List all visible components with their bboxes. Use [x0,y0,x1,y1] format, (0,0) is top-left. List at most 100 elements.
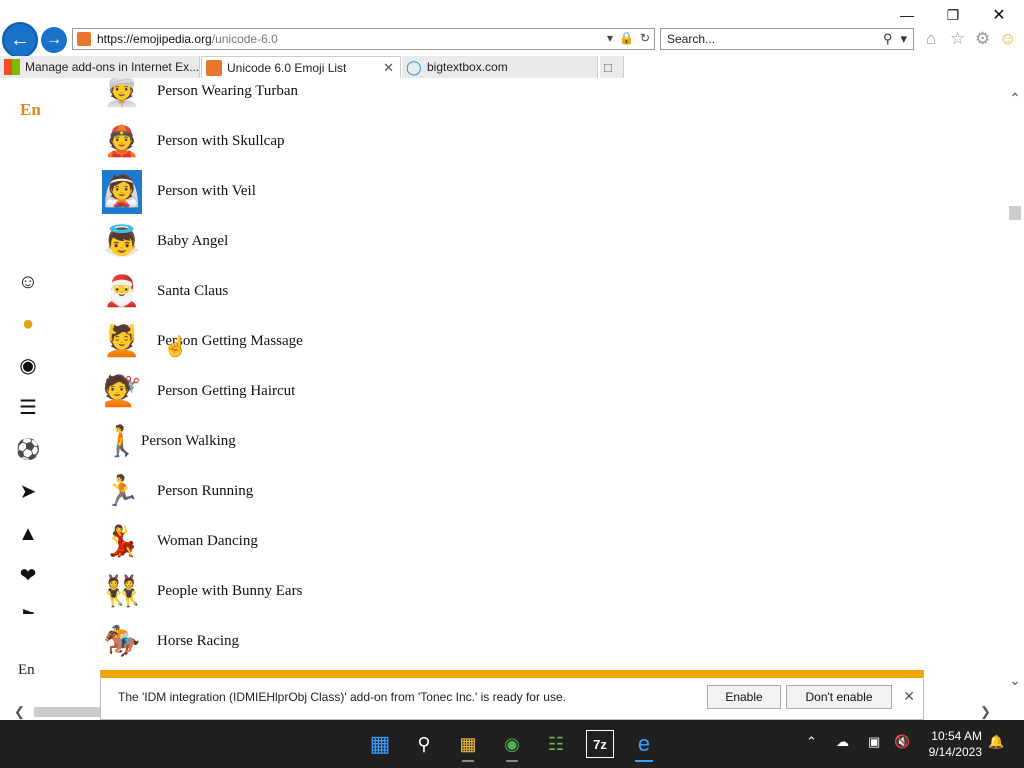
close-notification-icon[interactable]: ✕ [903,688,915,705]
emoji-list-item[interactable]: 👲 Person with Skullcap [100,120,600,164]
search-dropdown-icon[interactable]: ▾ [900,31,907,47]
rocket-icon[interactable]: ➤ [14,478,42,506]
windows-logo-icon [4,59,20,75]
settings-gear-icon[interactable]: ⚙ [975,29,990,49]
emoji-image[interactable]: 🎅 [102,270,142,314]
vertical-scrollbar[interactable]: ⌃ ⌄ [1006,78,1024,704]
page-content: En ☺ ● ◉ ☰ ⚽ ➤ ▲ ❤ ⚑ En 👳 Person Wearing … [0,78,1006,704]
emoji-image[interactable]: 👯 [102,570,142,614]
enable-button[interactable]: Enable [707,685,781,709]
emoji-list-item[interactable]: 🏇 Horse Racing [100,620,600,664]
emoji-name-link[interactable]: Woman Dancing [157,533,258,550]
notification-message: The 'IDM integration (IDMIEHlprObj Class… [118,690,566,704]
scroll-up-icon[interactable]: ⌃ [1006,90,1024,107]
person-icon[interactable]: ● [14,310,42,338]
emoji-name-link[interactable]: Person Wearing Turban [157,83,298,100]
onedrive-icon[interactable]: ☁ [836,734,849,750]
emoji-image[interactable]: 👼 [102,220,142,264]
network-icon[interactable]: ▣ [868,734,880,750]
7zip-icon[interactable]: 7z [586,730,614,758]
search-placeholder: Search... [667,32,716,46]
emoji-list-item[interactable]: 💃 Woman Dancing [100,520,600,564]
hearts-icon[interactable]: ❤ [14,562,42,590]
scroll-left-icon[interactable]: ❮ [14,704,25,720]
restore-button[interactable]: ❐ [930,2,976,28]
start-windows-icon[interactable]: ▦ [366,730,394,758]
file-explorer-icon[interactable]: ▦ [454,730,482,762]
tab-label: Unicode 6.0 Emoji List [227,60,347,75]
internet-explorer-icon[interactable]: e [630,730,658,762]
new-tab-icon: □ [604,59,612,75]
emoji-name-link[interactable]: Person Walking [141,433,236,450]
tab-manage-addons[interactable]: Manage add-ons in Internet Ex... [0,56,200,78]
burger-icon[interactable]: ☰ [14,394,42,422]
emoji-image[interactable]: 👲 [102,120,142,164]
close-window-button[interactable]: ✕ [976,2,1022,28]
clock-time: 10:54 AM [931,729,982,743]
language-selector[interactable]: En [18,662,35,679]
emoji-name-link[interactable]: Person with Veil [157,183,256,200]
scroll-right-icon[interactable]: ❯ [980,704,991,720]
scroll-thumb[interactable] [1009,206,1021,220]
close-tab-icon[interactable]: ✕ [383,60,394,76]
emoji-image[interactable]: 🚶 [102,420,142,464]
emoji-image[interactable]: 👳 [102,78,142,114]
emoji-image[interactable]: 🏃 [102,470,142,514]
hand-cursor-icon: ☝ [163,336,188,358]
search-input[interactable]: Search... ⚲ ▾ [660,28,914,50]
forward-button[interactable]: → [41,27,67,53]
emoji-name-link[interactable]: Baby Angel [157,233,228,250]
emoji-list-item[interactable]: 👼 Baby Angel [100,220,600,264]
emoji-image[interactable]: 💇 [102,370,142,414]
tab-bigtextbox[interactable]: ◯ bigtextbox.com [402,56,598,78]
tab-unicode-list[interactable]: Unicode 6.0 Emoji List ✕ [201,56,401,78]
address-bar[interactable]: https://emojipedia.org/unicode-6.0 ▾ 🔒 ↻ [72,28,655,50]
emoji-name-link[interactable]: Santa Claus [157,283,228,300]
emojipedia-favicon-icon [206,59,222,76]
back-button[interactable]: ← [2,22,38,58]
volume-muted-icon[interactable]: 🔇 [894,734,910,750]
h-scroll-thumb[interactable] [34,707,100,717]
emoji-name-link[interactable]: People with Bunny Ears [157,583,302,600]
emoji-list-item[interactable]: 💇 Person Getting Haircut [100,370,600,414]
tab-strip: Manage add-ons in Internet Ex... Unicode… [0,56,1024,78]
flags-icon[interactable]: ⚑ [14,604,42,614]
refresh-icon[interactable]: ↻ [640,31,650,45]
emoji-image[interactable]: 🏇 [102,620,142,664]
lightbulb-icon[interactable]: ▲ [14,520,42,548]
emoji-image[interactable]: 💃 [102,520,142,564]
lock-icon[interactable]: 🔒 [619,31,634,45]
taskbar-search-icon[interactable]: ⚲ [410,730,438,758]
network-app-icon[interactable]: ☷ [542,730,570,758]
dropdown-icon[interactable]: ▾ [607,31,613,45]
tray-chevron-up-icon[interactable]: ⌃ [806,734,817,750]
favorites-star-icon[interactable]: ☆ [950,29,965,49]
address-host: https://emojipedia.org [97,32,212,46]
emoji-list-item[interactable]: 👰 Person with Veil [100,170,600,214]
chrome-icon[interactable]: ◉ [498,730,526,762]
search-icon[interactable]: ⚲ [883,31,893,47]
emoji-list-item[interactable]: 🚶 Person Walking [100,420,600,464]
emoji-name-link[interactable]: Person with Skullcap [157,133,285,150]
new-tab-button[interactable]: □ [600,56,624,78]
soccer-ball-icon[interactable]: ⚽ [14,436,42,464]
emoji-list-item[interactable]: 🏃 Person Running [100,470,600,514]
scroll-down-icon[interactable]: ⌄ [1006,672,1024,689]
dont-enable-button[interactable]: Don't enable [786,685,892,709]
emoji-list-item[interactable]: 👳 Person Wearing Turban [100,78,600,114]
emoji-name-link[interactable]: Person Getting Haircut [157,383,295,400]
emoji-image[interactable]: 💆 [102,320,142,364]
emoji-list-item[interactable]: 👯 People with Bunny Ears [100,570,600,614]
emoji-image[interactable]: 👰 [102,170,142,214]
clock[interactable]: 10:54 AM 9/14/2023 [929,728,982,760]
emojipedia-logo[interactable]: En [20,100,41,120]
notifications-bell-icon[interactable]: 🔔 [988,734,1004,750]
emoji-name-link[interactable]: Horse Racing [157,633,239,650]
emoji-list-item[interactable]: 🎅 Santa Claus [100,270,600,314]
home-icon[interactable]: ⌂ [926,29,936,49]
emoji-name-link[interactable]: Person Running [157,483,253,500]
bear-icon[interactable]: ◉ [14,352,42,380]
feedback-smiley-icon[interactable]: ☺ [999,29,1016,49]
minimize-button[interactable]: — [884,2,930,28]
smiley-icon[interactable]: ☺ [14,268,42,296]
